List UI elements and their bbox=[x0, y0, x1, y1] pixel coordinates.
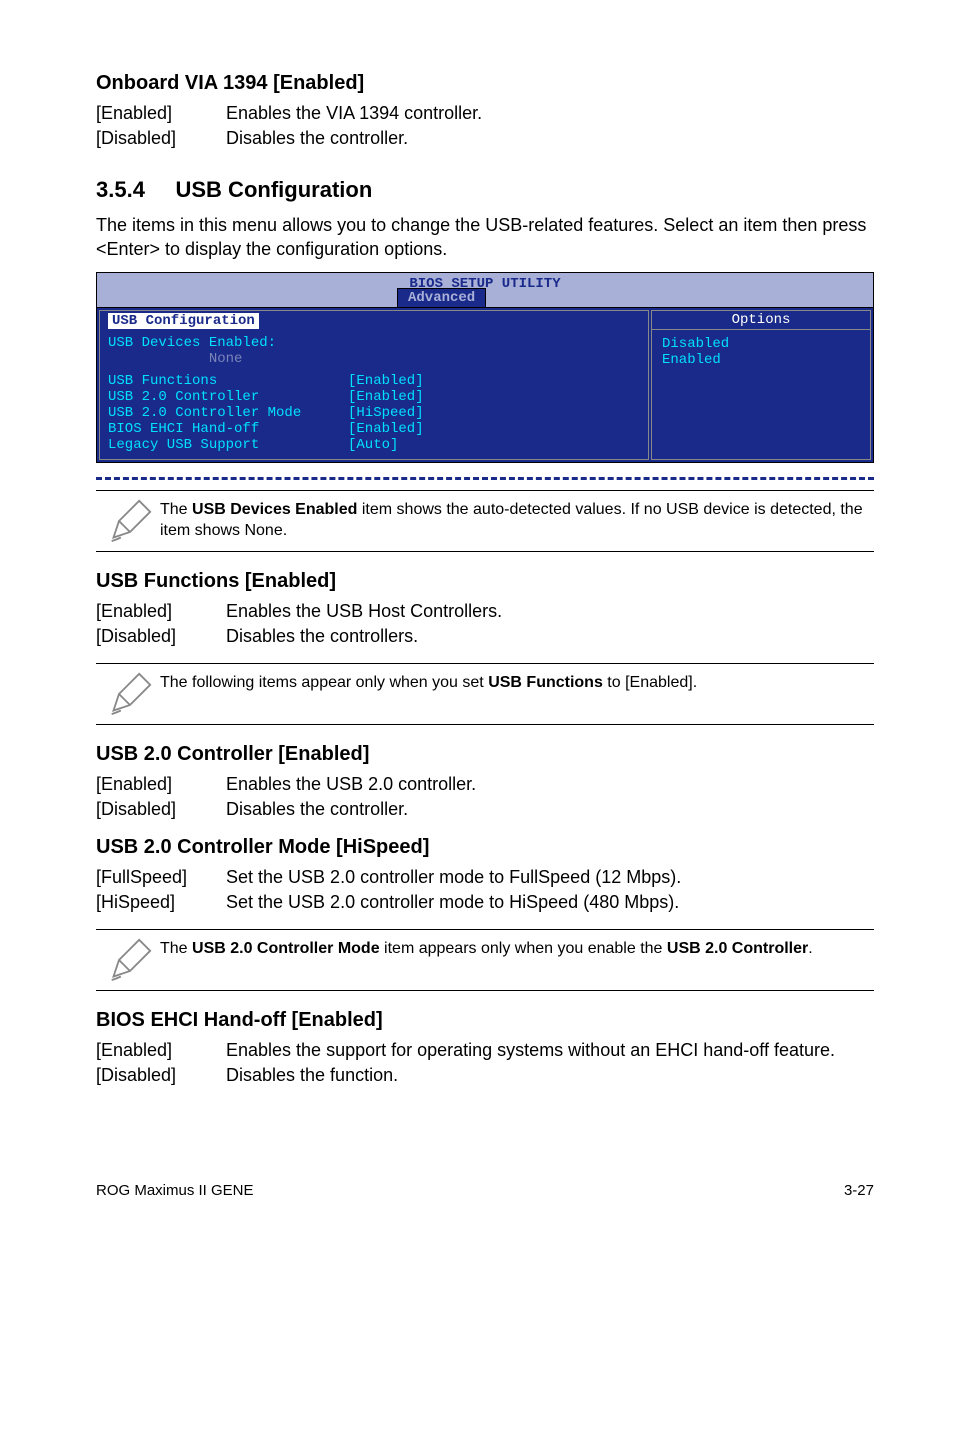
def-key: [Enabled] bbox=[96, 101, 226, 126]
heading-usb20-controller: USB 2.0 Controller [Enabled] bbox=[96, 743, 874, 766]
pencil-icon bbox=[100, 938, 160, 982]
def-val: Set the USB 2.0 controller mode to FullS… bbox=[226, 865, 681, 890]
bios-item[interactable]: BIOS EHCI Hand-off[Enabled] bbox=[108, 421, 640, 437]
def-val: Disables the function. bbox=[226, 1063, 835, 1088]
bios-devices-value: None bbox=[108, 351, 640, 367]
def-val: Set the USB 2.0 controller mode to HiSpe… bbox=[226, 890, 681, 915]
bios-left-heading: USB Configuration bbox=[108, 313, 259, 329]
table-row: [Enabled]Enables the USB 2.0 controller. bbox=[96, 772, 476, 797]
def-val: Enables the support for operating system… bbox=[226, 1038, 835, 1063]
bios-right-pane: Options Disabled Enabled bbox=[651, 310, 871, 460]
def-key: [Enabled] bbox=[96, 772, 226, 797]
def-val: Disables the controller. bbox=[226, 797, 476, 822]
def-table-usb20-controller-mode: [FullSpeed]Set the USB 2.0 controller mo… bbox=[96, 865, 681, 915]
def-key: [Disabled] bbox=[96, 624, 226, 649]
page-footer: ROG Maximus II GENE 3-27 bbox=[0, 1102, 954, 1199]
section-number: 3.5.4 bbox=[96, 177, 145, 202]
heading-bios-ehci-handoff: BIOS EHCI Hand-off [Enabled] bbox=[96, 1009, 874, 1032]
bios-left-pane: USB Configuration USB Devices Enabled: N… bbox=[99, 310, 649, 460]
bios-title-bar: BIOS SETUP UTILITY Advanced bbox=[97, 273, 873, 307]
def-table-onboard-via: [Enabled]Enables the VIA 1394 controller… bbox=[96, 101, 482, 151]
def-key: [Disabled] bbox=[96, 797, 226, 822]
footer-left: ROG Maximus II GENE bbox=[96, 1182, 254, 1199]
table-row: [Enabled]Enables the support for operati… bbox=[96, 1038, 835, 1063]
note-text: The USB Devices Enabled item shows the a… bbox=[160, 499, 870, 542]
bios-option[interactable]: Enabled bbox=[662, 352, 860, 368]
bios-option[interactable]: Disabled bbox=[662, 336, 860, 352]
table-row: [Enabled]Enables the USB Host Controller… bbox=[96, 599, 502, 624]
def-table-bios-ehci-handoff: [Enabled]Enables the support for operati… bbox=[96, 1038, 835, 1088]
bios-cut-line bbox=[96, 477, 874, 480]
note-usb20-controller-mode: The USB 2.0 Controller Mode item appears… bbox=[96, 929, 874, 991]
def-key: [Disabled] bbox=[96, 126, 226, 151]
def-key: [Enabled] bbox=[96, 1038, 226, 1063]
heading-usb-functions: USB Functions [Enabled] bbox=[96, 570, 874, 593]
def-table-usb20-controller: [Enabled]Enables the USB 2.0 controller.… bbox=[96, 772, 476, 822]
bios-options-heading: Options bbox=[652, 311, 870, 330]
def-key: [FullSpeed] bbox=[96, 865, 226, 890]
bios-item[interactable]: USB Functions[Enabled] bbox=[108, 373, 640, 389]
def-val: Enables the USB 2.0 controller. bbox=[226, 772, 476, 797]
table-row: [Disabled]Disables the controller. bbox=[96, 797, 476, 822]
table-row: [Disabled]Disables the function. bbox=[96, 1063, 835, 1088]
table-row: [Disabled]Disables the controllers. bbox=[96, 624, 502, 649]
bios-devices-label: USB Devices Enabled: bbox=[108, 335, 640, 351]
bios-item[interactable]: USB 2.0 Controller[Enabled] bbox=[108, 389, 640, 405]
note-text: The USB 2.0 Controller Mode item appears… bbox=[160, 938, 870, 960]
def-key: [HiSpeed] bbox=[96, 890, 226, 915]
note-text: The following items appear only when you… bbox=[160, 672, 870, 694]
heading-usb20-controller-mode: USB 2.0 Controller Mode [HiSpeed] bbox=[96, 836, 874, 859]
heading-onboard-via: Onboard VIA 1394 [Enabled] bbox=[96, 72, 874, 95]
footer-right: 3-27 bbox=[844, 1182, 874, 1199]
section-intro: The items in this menu allows you to cha… bbox=[96, 213, 874, 262]
note-usb-devices: The USB Devices Enabled item shows the a… bbox=[96, 490, 874, 552]
def-key: [Disabled] bbox=[96, 1063, 226, 1088]
def-val: Disables the controllers. bbox=[226, 624, 502, 649]
def-val: Enables the USB Host Controllers. bbox=[226, 599, 502, 624]
def-val: Disables the controller. bbox=[226, 126, 482, 151]
section-name: USB Configuration bbox=[176, 177, 373, 202]
def-key: [Enabled] bbox=[96, 599, 226, 624]
table-row: [Disabled]Disables the controller. bbox=[96, 126, 482, 151]
def-table-usb-functions: [Enabled]Enables the USB Host Controller… bbox=[96, 599, 502, 649]
bios-item[interactable]: USB 2.0 Controller Mode[HiSpeed] bbox=[108, 405, 640, 421]
note-usb-functions: The following items appear only when you… bbox=[96, 663, 874, 725]
table-row: [FullSpeed]Set the USB 2.0 controller mo… bbox=[96, 865, 681, 890]
pencil-icon bbox=[100, 499, 160, 543]
section-heading: 3.5.4 USB Configuration bbox=[96, 177, 874, 203]
pencil-icon bbox=[100, 672, 160, 716]
table-row: [HiSpeed]Set the USB 2.0 controller mode… bbox=[96, 890, 681, 915]
bios-panel: BIOS SETUP UTILITY Advanced USB Configur… bbox=[96, 272, 874, 463]
def-val: Enables the VIA 1394 controller. bbox=[226, 101, 482, 126]
table-row: [Enabled]Enables the VIA 1394 controller… bbox=[96, 101, 482, 126]
bios-tab-advanced[interactable]: Advanced bbox=[397, 288, 486, 307]
bios-item[interactable]: Legacy USB Support[Auto] bbox=[108, 437, 640, 453]
